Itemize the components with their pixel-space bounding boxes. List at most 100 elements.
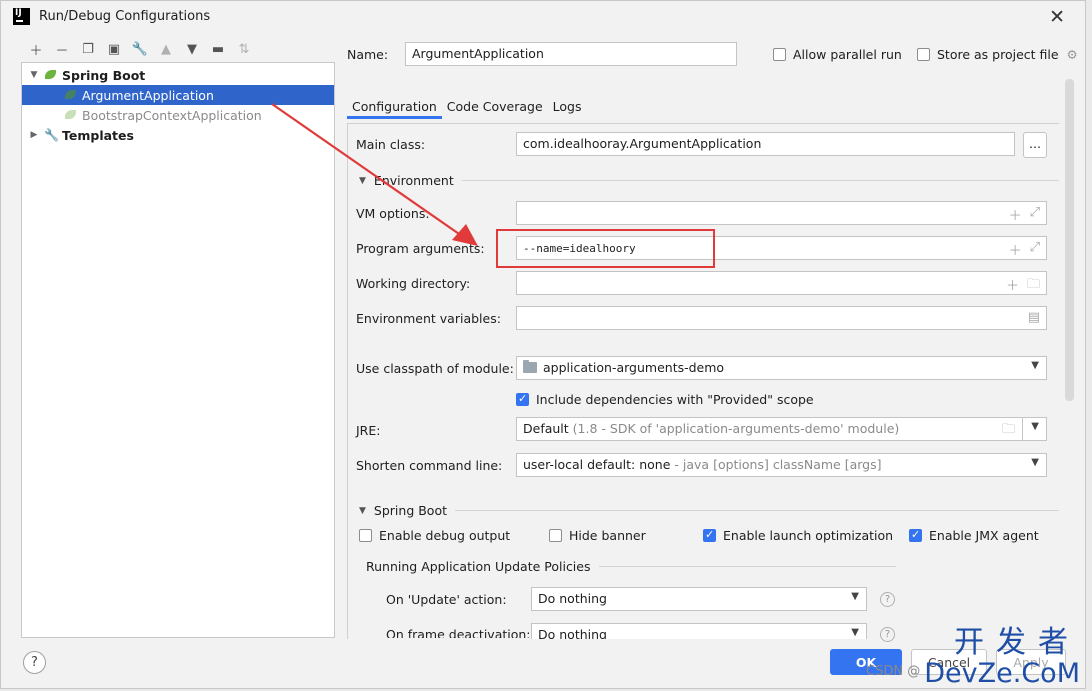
main-class-input[interactable]: com.idealhooray.ArgumentApplication <box>516 132 1015 156</box>
spring-boot-icon <box>64 109 78 121</box>
plus-icon[interactable]: ＋ <box>1009 205 1022 224</box>
chevron-down-icon[interactable]: ▼ <box>1031 360 1039 371</box>
enable-jmx-agent-checkbox[interactable]: Enable JMX agent <box>909 528 1039 543</box>
tree-node-label: Spring Boot <box>62 67 146 83</box>
browse-main-class-button[interactable]: ... <box>1023 132 1047 158</box>
name-label: Name: <box>347 47 389 62</box>
checkbox-box[interactable] <box>703 528 716 542</box>
spring-boot-icon <box>64 89 78 101</box>
tree-node-templates[interactable]: ▶ 🔧 Templates <box>22 125 334 145</box>
help-icon[interactable]: ? <box>880 592 895 607</box>
section-title: Running Application Update Policies <box>366 559 591 574</box>
checkbox-box[interactable] <box>917 48 930 61</box>
allow-parallel-run-checkbox[interactable]: Allow parallel run <box>773 47 902 62</box>
expand-icon[interactable]: ⤢ <box>1030 240 1040 259</box>
watermark-bottom-text: DevZe.CoM <box>924 658 1080 689</box>
tree-node-bootstrap-context-application[interactable]: BootstrapContextApplication <box>22 105 334 125</box>
arrow-up-icon[interactable]: ▲ <box>153 39 179 59</box>
environment-variables-input[interactable]: ▤ <box>516 306 1047 330</box>
chevron-right-icon[interactable]: ▶ <box>28 130 40 140</box>
module-folder-icon <box>523 360 537 373</box>
on-frame-deactivation-select[interactable]: Do nothing ▼ <box>531 623 867 639</box>
copy-icon[interactable]: ❐ <box>75 39 101 59</box>
watermark-top-text: 开发者 <box>954 625 1080 660</box>
minus-icon[interactable]: － <box>49 39 75 59</box>
help-button[interactable]: ? <box>23 651 46 674</box>
vm-options-input[interactable]: ＋ ⤢ <box>516 201 1047 225</box>
chevron-down-icon[interactable]: ▼ <box>851 591 859 602</box>
select-value: application-arguments-demo <box>543 360 725 375</box>
checkbox-box[interactable] <box>516 392 529 406</box>
list-icon[interactable]: ▤ <box>1028 310 1040 325</box>
checkbox-label: Enable debug output <box>379 528 511 543</box>
classpath-module-select[interactable]: application-arguments-demo ▼ <box>516 356 1047 380</box>
main-class-label: Main class: <box>356 137 426 152</box>
new-folder-icon[interactable]: ▬ <box>205 39 231 59</box>
gear-icon[interactable]: ⚙ <box>1067 47 1078 62</box>
tree-node-spring-boot[interactable]: ▼ Spring Boot <box>22 65 334 85</box>
hide-banner-checkbox[interactable]: Hide banner <box>549 528 646 543</box>
sort-icon[interactable]: ⇅ <box>231 39 257 59</box>
shorten-command-line-label: Shorten command line: <box>356 458 503 473</box>
jre-dropdown-button[interactable]: ▼ <box>1022 417 1047 441</box>
divider <box>598 566 896 567</box>
wrench-icon[interactable]: 🔧 <box>127 39 153 59</box>
arrow-down-icon[interactable]: ▼ <box>179 39 205 59</box>
working-directory-label: Working directory: <box>356 276 471 291</box>
chevron-down-icon[interactable]: ▼ <box>1031 421 1039 432</box>
chevron-down-icon[interactable]: ▼ <box>1031 457 1039 468</box>
tab-logs[interactable]: Logs <box>548 93 587 119</box>
select-hint: - java [options] className [args] <box>674 457 882 472</box>
enable-debug-output-checkbox[interactable]: Enable debug output <box>359 528 510 543</box>
select-hint: (1.8 - SDK of 'application-arguments-dem… <box>572 421 900 436</box>
jre-select[interactable]: Default (1.8 - SDK of 'application-argum… <box>516 417 1023 441</box>
include-dependencies-checkbox[interactable]: Include dependencies with "Provided" sco… <box>516 392 814 407</box>
spring-boot-icon <box>44 69 58 81</box>
folder-icon[interactable]: 🗀 <box>1027 275 1040 294</box>
select-value: Default <box>523 421 569 436</box>
working-directory-input[interactable]: ＋ 🗀 <box>516 271 1047 295</box>
checkbox-box[interactable] <box>773 48 786 61</box>
tree-node-argument-application[interactable]: ArgumentApplication <box>22 85 334 105</box>
select-value: Do nothing <box>538 591 607 606</box>
divider <box>455 510 1059 511</box>
tree-node-label: Templates <box>62 127 134 143</box>
expand-icon[interactable]: ⤢ <box>1030 205 1040 224</box>
triangle-down-icon[interactable]: ▼ <box>359 176 366 186</box>
scrollbar[interactable] <box>1065 79 1074 401</box>
save-icon[interactable]: ▣ <box>101 39 127 59</box>
triangle-down-icon[interactable]: ▼ <box>359 506 366 516</box>
plus-icon[interactable]: ＋ <box>23 39 49 59</box>
help-icon[interactable]: ? <box>880 627 895 642</box>
plus-icon[interactable]: ＋ <box>1006 275 1019 294</box>
folder-icon[interactable]: 🗀 <box>1002 420 1015 440</box>
annotation-highlight-box <box>496 229 715 268</box>
environment-variables-label: Environment variables: <box>356 311 501 326</box>
tab-configuration[interactable]: Configuration <box>347 93 442 119</box>
plus-icon[interactable]: ＋ <box>1009 240 1022 259</box>
shorten-command-line-select[interactable]: user-local default: none - java [options… <box>516 453 1047 477</box>
name-input[interactable]: ArgumentApplication <box>405 42 737 66</box>
update-policies-header: Running Application Update Policies <box>366 559 896 574</box>
checkbox-box[interactable] <box>359 529 372 542</box>
window-title: Run/Debug Configurations <box>39 9 211 24</box>
spring-boot-section-header[interactable]: ▼ Spring Boot <box>359 503 1059 518</box>
select-value: user-local default: none <box>523 457 671 472</box>
store-as-project-file-checkbox[interactable]: Store as project file ⚙ <box>917 47 1078 62</box>
chevron-down-icon[interactable]: ▼ <box>28 70 40 80</box>
checkbox-box[interactable] <box>549 529 562 542</box>
tree-node-label: BootstrapContextApplication <box>82 107 262 123</box>
section-title: Environment <box>373 173 454 188</box>
enable-launch-optimization-checkbox[interactable]: Enable launch optimization <box>703 528 893 543</box>
divider <box>461 180 1059 181</box>
title-bar: IJ Run/Debug Configurations ✕ <box>1 1 1085 33</box>
on-update-action-select[interactable]: Do nothing ▼ <box>531 587 867 611</box>
section-title: Spring Boot <box>373 503 448 518</box>
checkbox-box[interactable] <box>909 528 922 542</box>
close-icon[interactable]: ✕ <box>1049 6 1065 28</box>
environment-section-header[interactable]: ▼ Environment <box>359 173 1059 188</box>
csdn-watermark: CSDN @ <box>866 664 921 679</box>
tab-code-coverage[interactable]: Code Coverage <box>442 93 548 119</box>
chevron-down-icon[interactable]: ▼ <box>851 627 859 638</box>
wrench-icon: 🔧 <box>44 128 59 142</box>
